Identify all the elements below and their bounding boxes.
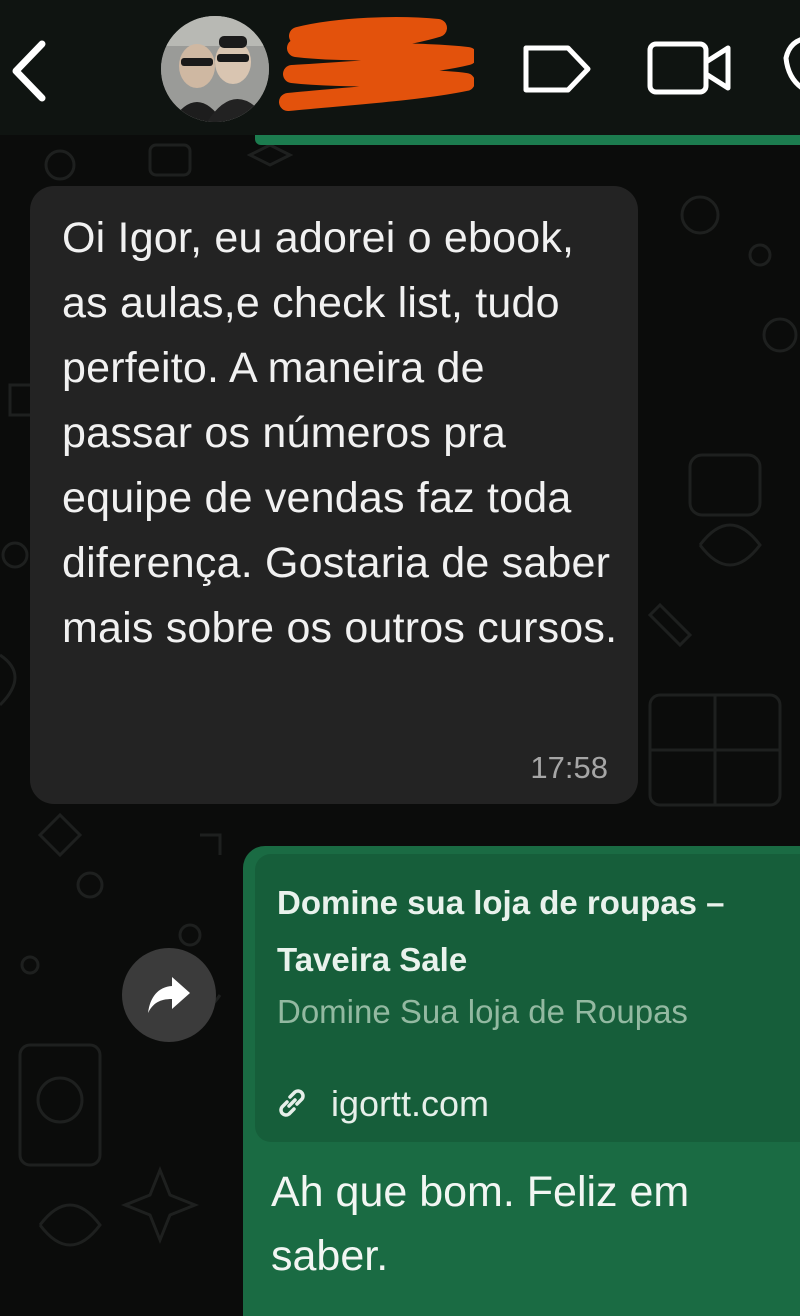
incoming-message-time: 17:58 [530, 750, 608, 785]
forward-button[interactable] [122, 948, 216, 1042]
video-camera-icon[interactable] [646, 40, 732, 96]
chevron-left-icon[interactable] [6, 38, 50, 104]
chat-header [0, 0, 800, 135]
outgoing-message-text: Ah que bom. Feliz em saber. [271, 1168, 690, 1280]
incoming-message-bubble[interactable]: Oi Igor, eu adorei o ebook, as aulas,e c… [30, 186, 638, 804]
pinned-strip [255, 135, 800, 145]
phone-icon[interactable] [778, 34, 800, 92]
avatar[interactable] [161, 16, 269, 122]
avatar-photo [161, 16, 269, 122]
link-preview-description: Domine Sua loja de Roupas [277, 993, 688, 1030]
link-preview-title: Domine sua loja de roupas – Taveira Sale [277, 884, 725, 978]
redacted-contact-name [279, 17, 474, 111]
label-tag-icon[interactable] [520, 42, 594, 96]
link-preview-domain[interactable]: igortt.com [331, 1082, 489, 1126]
link-preview-card[interactable]: Domine sua loja de roupas – Taveira Sale… [255, 854, 800, 1142]
forward-arrow-icon [148, 977, 190, 1013]
link-icon [279, 1089, 305, 1117]
incoming-message-text: Oi Igor, eu adorei o ebook, as aulas,e c… [62, 214, 618, 652]
outgoing-message-bubble[interactable]: Domine sua loja de roupas – Taveira Sale… [243, 846, 800, 1316]
